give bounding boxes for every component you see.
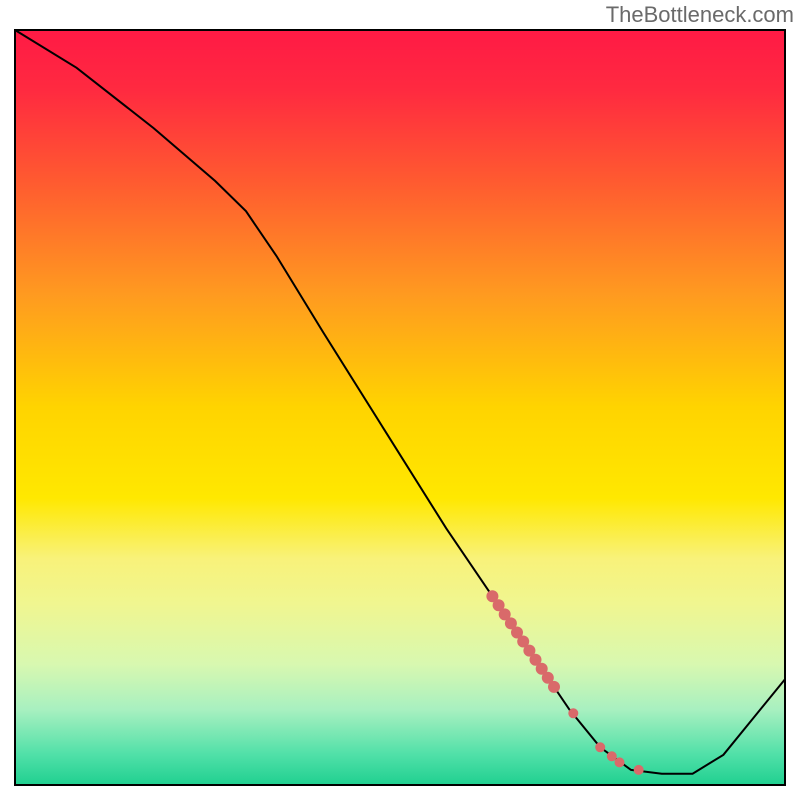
chart-svg [0,0,800,800]
highlight-point [595,742,605,752]
highlight-point [615,757,625,767]
highlight-point [548,681,560,693]
plot-gradient-background [15,30,785,785]
watermark-text: TheBottleneck.com [606,2,794,28]
highlight-point [568,708,578,718]
bottleneck-chart: TheBottleneck.com [0,0,800,800]
highlight-point [634,765,644,775]
